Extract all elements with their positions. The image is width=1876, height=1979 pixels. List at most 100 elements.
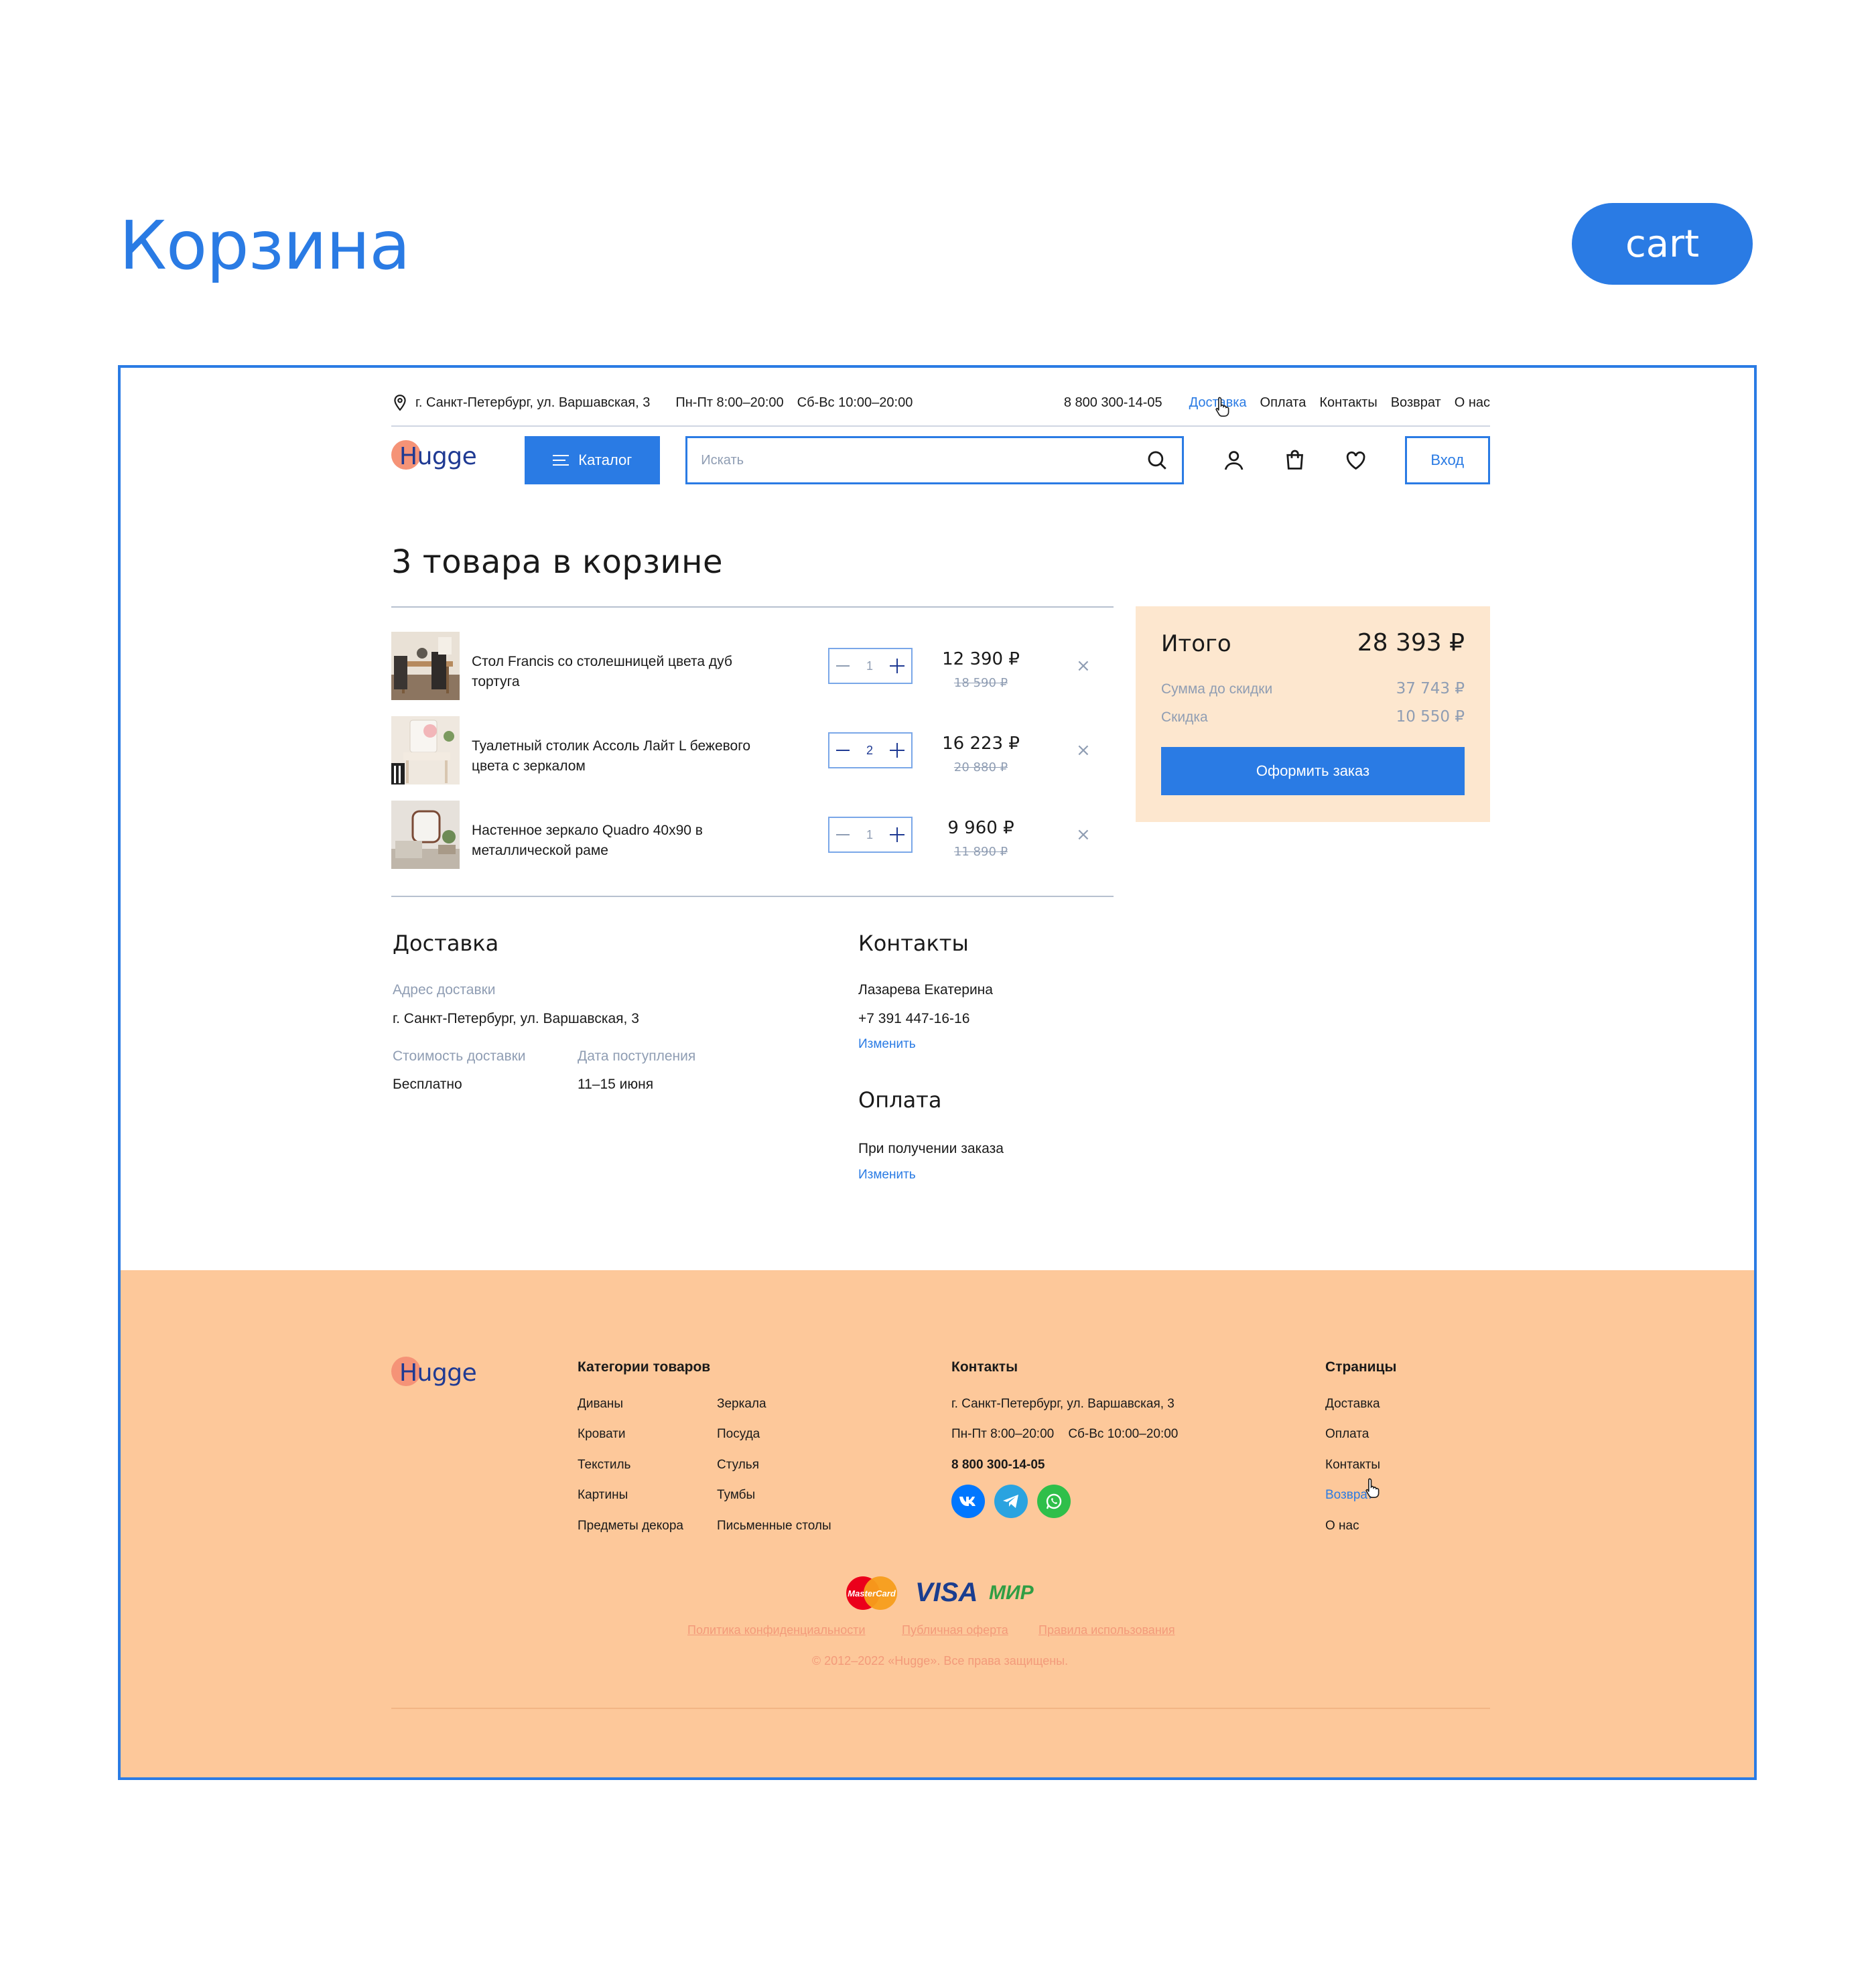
remove-item-icon[interactable]: × [1076, 825, 1091, 845]
main-header: Hugge Каталог Вход [391, 435, 1491, 486]
footer-categories-title: Категории товаров [578, 1359, 711, 1375]
footer-page-link[interactable]: Контакты [1325, 1458, 1380, 1473]
search-icon[interactable] [1146, 449, 1168, 472]
footer-category-link[interactable]: Кровати [578, 1427, 626, 1442]
subtotal-value: 37 743 ₽ [1396, 680, 1465, 697]
mir-logo: МИР [989, 1582, 1034, 1604]
cart-item: Туалетный столик Ассоль Лайт L бежевого … [391, 716, 1114, 784]
delivery-address-label: Адрес доставки [393, 982, 496, 998]
cart-icon[interactable] [1282, 448, 1307, 473]
place-order-button[interactable]: Оформить заказ [1161, 747, 1465, 795]
discount-label: Скидка [1161, 709, 1208, 725]
page-tag: cart [1572, 203, 1753, 285]
search-input[interactable] [701, 452, 1146, 468]
nav-link-about[interactable]: О нас [1455, 395, 1490, 411]
remove-item-icon[interactable]: × [1076, 656, 1091, 676]
terms-of-use-link[interactable]: Правила использования [1038, 1623, 1175, 1637]
cart-title: 3 товара в корзине [391, 543, 723, 581]
item-price: 12 390 ₽ [942, 649, 1020, 669]
footer-divider [391, 1708, 1490, 1709]
total-value: 28 393 ₽ [1357, 629, 1465, 657]
whatsapp-icon[interactable] [1037, 1485, 1071, 1518]
item-price: 9 960 ₽ [947, 818, 1014, 838]
mastercard-logo: MasterCard [843, 1575, 900, 1611]
footer-category-link[interactable]: Диваны [578, 1397, 623, 1412]
item-old-price: 11 890 ₽ [953, 845, 1008, 859]
logo-text: Hugge [399, 443, 477, 470]
subtotal-label: Сумма до скидки [1161, 681, 1273, 697]
cart-list: Стол Francis со столешницей цвета дуб то… [391, 606, 1114, 897]
product-image[interactable] [391, 801, 460, 869]
product-image[interactable] [391, 716, 460, 784]
change-contacts-link[interactable]: Изменить [858, 1037, 916, 1052]
product-image[interactable] [391, 632, 460, 700]
footer-category-link[interactable]: Посуда [717, 1427, 760, 1442]
remove-item-icon[interactable]: × [1076, 740, 1091, 760]
nav-link-contacts[interactable]: Контакты [1319, 395, 1377, 411]
telegram-icon[interactable] [994, 1485, 1028, 1518]
footer-category-link[interactable]: Письменные столы [717, 1519, 831, 1533]
footer-category-link[interactable]: Текстиль [578, 1458, 630, 1473]
footer-page-link[interactable]: О нас [1325, 1519, 1359, 1533]
menu-icon [553, 455, 570, 466]
catalog-button[interactable]: Каталог [525, 436, 661, 484]
visa-logo: VISA [915, 1578, 978, 1607]
contact-phone: +7 391 447-16-16 [858, 1011, 970, 1026]
topbar-phone[interactable]: 8 800 300-14-05 [1064, 395, 1162, 411]
user-icon[interactable] [1221, 448, 1246, 473]
vk-icon[interactable] [951, 1485, 985, 1518]
total-label: Итого [1161, 630, 1231, 657]
increase-button[interactable] [889, 827, 904, 842]
nav-link-returns[interactable]: Возврат [1391, 395, 1441, 411]
order-summary: Итого 28 393 ₽ Сумма до скидки 37 743 ₽ … [1136, 606, 1490, 822]
delivery-title: Доставка [393, 931, 499, 956]
nav-link-payment[interactable]: Оплата [1260, 395, 1306, 411]
footer-category-link[interactable]: Тумбы [717, 1488, 755, 1503]
change-payment-link[interactable]: Изменить [858, 1168, 916, 1182]
quantity-stepper: 1 [828, 817, 913, 853]
contact-name: Лазарева Екатерина [858, 982, 993, 998]
item-name[interactable]: Настенное зеркало Quadro 40х90 в металли… [472, 821, 766, 861]
footer-contacts-title: Контакты [951, 1359, 1018, 1375]
contacts-title: Контакты [858, 931, 969, 956]
quantity-value: 1 [866, 659, 873, 673]
logo-text: Hugge [399, 1359, 477, 1387]
decrease-button[interactable] [836, 750, 850, 751]
delivery-cost-value: Бесплатно [393, 1077, 462, 1092]
item-name[interactable]: Туалетный столик Ассоль Лайт L бежевого … [472, 736, 766, 776]
top-bar: г. Санкт-Петербург, ул. Варшавская, 3 Пн… [391, 380, 1490, 427]
heart-icon[interactable] [1343, 448, 1368, 473]
item-old-price: 20 880 ₽ [953, 760, 1008, 774]
delivery-date-value: 11–15 июня [578, 1077, 654, 1092]
footer-category-link[interactable]: Предметы декора [578, 1519, 683, 1533]
item-price: 16 223 ₽ [942, 734, 1020, 754]
hand-cursor-icon [1365, 1478, 1380, 1498]
footer-phone[interactable]: 8 800 300-14-05 [951, 1458, 1045, 1473]
topbar-hours-weekday: Пн-Пт 8:00–20:00 [675, 395, 784, 410]
logo[interactable]: Hugge [391, 440, 477, 480]
catalog-button-label: Каталог [578, 452, 632, 468]
public-offer-link[interactable]: Публичная оферта [902, 1623, 1008, 1637]
location-pin-icon [394, 395, 406, 411]
footer-category-link[interactable]: Зеркала [717, 1397, 766, 1412]
increase-button[interactable] [889, 743, 904, 758]
item-name[interactable]: Стол Francis со столешницей цвета дуб то… [472, 652, 766, 692]
footer-category-link[interactable]: Картины [578, 1488, 628, 1503]
footer-address: г. Санкт-Петербург, ул. Варшавская, 3 [951, 1397, 1175, 1411]
privacy-policy-link[interactable]: Политика конфиденциальности [687, 1623, 866, 1637]
decrease-button[interactable] [836, 834, 850, 835]
footer-page-link[interactable]: Доставка [1325, 1397, 1380, 1412]
login-button[interactable]: Вход [1404, 436, 1491, 484]
footer-category-link[interactable]: Стулья [717, 1458, 759, 1473]
quantity-stepper: 1 [828, 648, 913, 684]
payment-method: При получении заказа [858, 1141, 1004, 1156]
decrease-button[interactable] [836, 665, 850, 667]
search-box[interactable] [685, 436, 1184, 484]
footer-logo[interactable]: Hugge [391, 1357, 478, 1397]
item-old-price: 18 590 ₽ [953, 676, 1008, 690]
screen-frame: г. Санкт-Петербург, ул. Варшавская, 3 Пн… [118, 365, 1757, 1780]
footer-page-link[interactable]: Оплата [1325, 1427, 1369, 1442]
footer-hours: Пн-Пт 8:00–20:00 Сб-Вс 10:00–20:00 [951, 1427, 1179, 1441]
topbar-hours-weekend: Сб-Вс 10:00–20:00 [797, 395, 913, 410]
increase-button[interactable] [889, 659, 904, 673]
